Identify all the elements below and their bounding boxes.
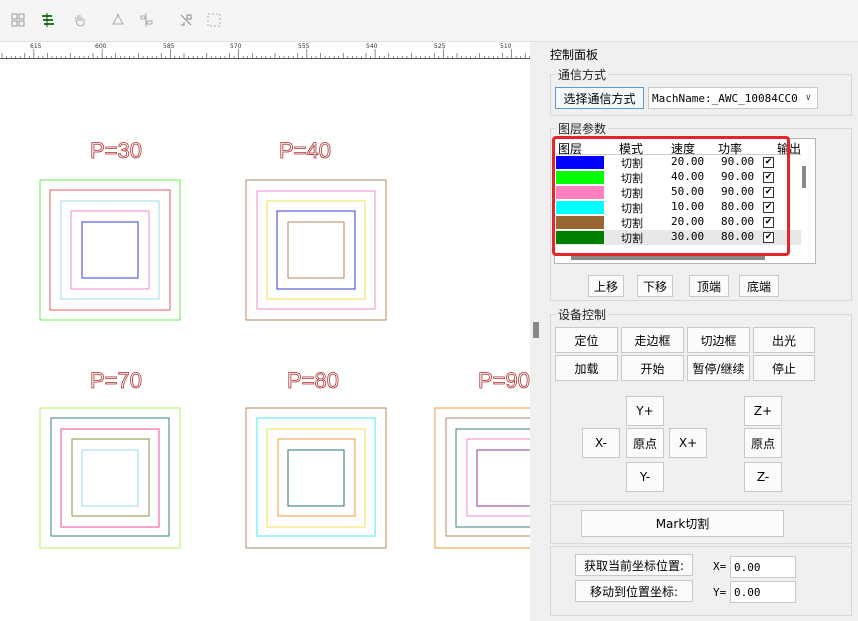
shape-group-p90[interactable] bbox=[434, 407, 530, 549]
ruler-label: 510 bbox=[500, 43, 512, 50]
cut-frame-button[interactable]: 切边框 bbox=[687, 327, 750, 353]
ruler-label: 600 bbox=[95, 43, 107, 50]
vertical-scrollbar[interactable] bbox=[802, 166, 806, 188]
walk-frame-button[interactable]: 走边框 bbox=[621, 327, 684, 353]
to-top-button[interactable]: 顶端 bbox=[689, 275, 729, 297]
shape-group-p80[interactable] bbox=[245, 407, 387, 549]
ruler-label: 615 bbox=[30, 43, 42, 50]
mach-name-value: MachName:_AWC_10084CC0 bbox=[652, 91, 798, 105]
origin-button[interactable]: 原点 bbox=[626, 428, 664, 458]
drawing-canvas[interactable]: 615 600 585 570 555 540 525 510 P=30 P=4… bbox=[0, 42, 530, 621]
x-minus-button[interactable]: X- bbox=[582, 428, 620, 458]
x-plus-button[interactable]: X+ bbox=[669, 428, 707, 458]
align-icon[interactable] bbox=[138, 12, 154, 28]
node-edit-icon[interactable] bbox=[110, 12, 126, 28]
load-button[interactable]: 加载 bbox=[555, 355, 618, 381]
y-plus-button[interactable]: Y+ bbox=[626, 396, 664, 426]
panel-splitter[interactable] bbox=[530, 42, 546, 621]
comm-group-label: 通信方式 bbox=[556, 66, 609, 83]
shape-group-p70[interactable] bbox=[39, 407, 181, 549]
to-bottom-button[interactable]: 底端 bbox=[739, 275, 779, 297]
ruler-label: 555 bbox=[298, 43, 310, 50]
move-to-position-button[interactable]: 移动到位置坐标: bbox=[575, 580, 693, 602]
x-coord-label: X= bbox=[713, 560, 727, 573]
mach-name-select[interactable]: MachName:_AWC_10084CC0 ∨ bbox=[648, 87, 818, 109]
horizontal-scrollbar[interactable] bbox=[571, 256, 765, 260]
ruler-label: 540 bbox=[366, 43, 378, 50]
drawing-area[interactable]: P=30 P=40 P=70 P=80 P=90 bbox=[0, 60, 530, 621]
shape-group-p30[interactable] bbox=[39, 179, 181, 321]
chevron-down-icon[interactable]: ∨ bbox=[806, 93, 811, 103]
label-p30: P=30 bbox=[90, 138, 142, 163]
control-panel: 控制面板 通信方式 选择通信方式 MachName:_AWC_10084CC0 … bbox=[546, 42, 858, 621]
ruler-label: 570 bbox=[230, 43, 242, 50]
layers-icon[interactable] bbox=[40, 12, 56, 28]
device-group-label: 设备控制 bbox=[556, 306, 609, 323]
locate-button[interactable]: 定位 bbox=[555, 327, 618, 353]
pause-resume-button[interactable]: 暂停/继续 bbox=[687, 355, 750, 381]
y-coord-label: Y= bbox=[713, 586, 727, 599]
layer-group-label: 图层参数 bbox=[556, 120, 609, 137]
y-minus-button[interactable]: Y- bbox=[626, 462, 664, 492]
start-button[interactable]: 开始 bbox=[621, 355, 684, 381]
shape-group-p40[interactable] bbox=[245, 179, 387, 321]
z-minus-button[interactable]: Z- bbox=[744, 462, 782, 492]
move-up-button[interactable]: 上移 bbox=[588, 275, 624, 297]
transform-icon[interactable] bbox=[178, 12, 194, 28]
stop-button[interactable]: 停止 bbox=[753, 355, 815, 381]
horizontal-ruler: 615 600 585 570 555 540 525 510 bbox=[0, 42, 530, 59]
grid-icon[interactable] bbox=[10, 12, 26, 28]
panel-title: 控制面板 bbox=[550, 48, 599, 62]
ruler-label: 525 bbox=[434, 43, 446, 50]
y-coord-field[interactable]: 0.00 bbox=[730, 581, 796, 603]
label-p70: P=70 bbox=[90, 368, 142, 393]
move-down-button[interactable]: 下移 bbox=[637, 275, 673, 297]
z-plus-button[interactable]: Z+ bbox=[744, 396, 782, 426]
label-p40: P=40 bbox=[279, 138, 331, 163]
label-p80: P=80 bbox=[287, 368, 339, 393]
label-p90: P=90 bbox=[478, 368, 530, 393]
splitter-grip[interactable] bbox=[533, 322, 539, 338]
ruler-label: 585 bbox=[163, 43, 175, 50]
toolbar bbox=[0, 0, 858, 42]
highlight-frame bbox=[552, 136, 790, 256]
get-position-button[interactable]: 获取当前坐标位置: bbox=[575, 554, 693, 576]
ruler-ticks bbox=[1, 49, 530, 59]
light-button[interactable]: 出光 bbox=[753, 327, 815, 353]
x-coord-field[interactable]: 0.00 bbox=[730, 556, 796, 578]
hand-icon[interactable] bbox=[72, 12, 88, 28]
mark-cut-button[interactable]: Mark切割 bbox=[581, 510, 784, 537]
select-comm-button[interactable]: 选择通信方式 bbox=[555, 87, 644, 109]
pattern-icon[interactable] bbox=[206, 12, 222, 28]
z-origin-button[interactable]: 原点 bbox=[744, 428, 782, 458]
